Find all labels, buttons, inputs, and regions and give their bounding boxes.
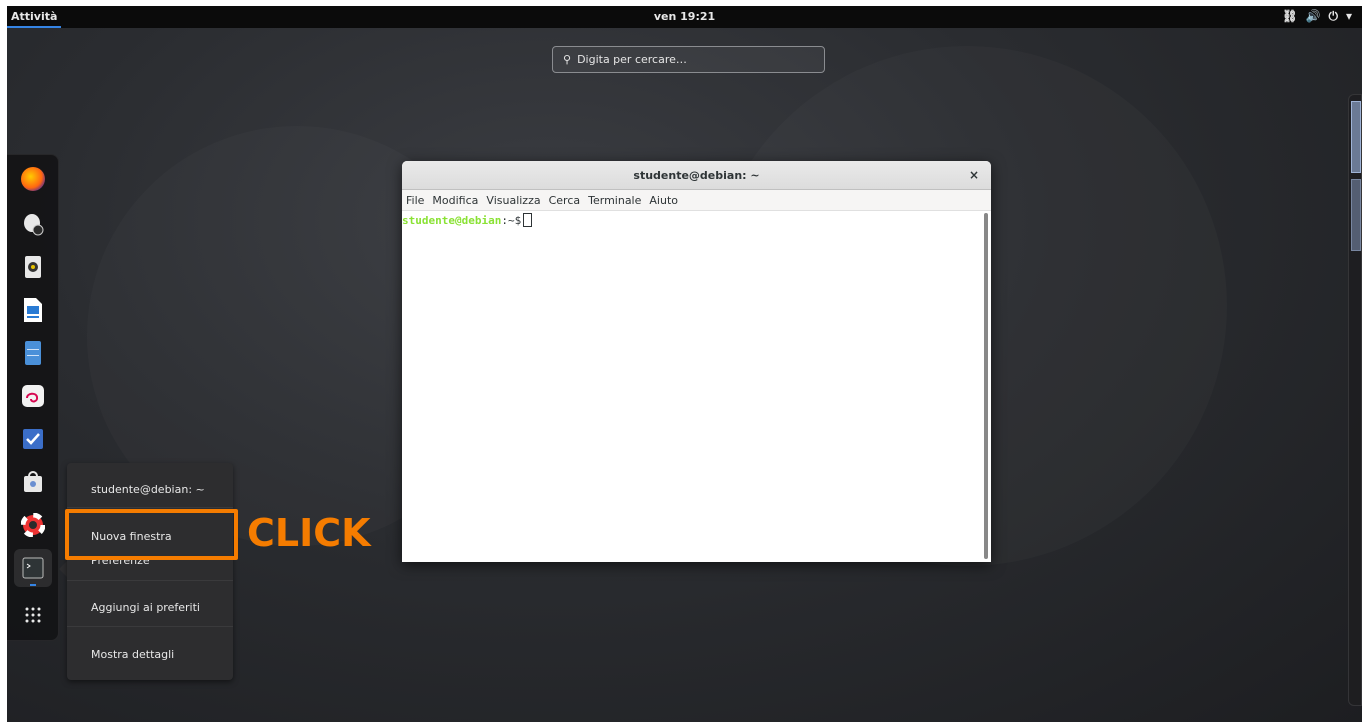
terminal-cursor <box>523 213 533 227</box>
app-context-menu: studente@debian: ~ Nuova finestra Prefer… <box>67 463 233 680</box>
add-favorites-item[interactable]: Aggiungi ai preferiti <box>91 601 200 614</box>
firefox-icon[interactable] <box>21 167 45 191</box>
menu-help[interactable]: Aiuto <box>649 194 678 207</box>
close-icon[interactable]: × <box>969 161 979 190</box>
top-bar: Attività ven 19:21 ⛓ 🔊 ⏻ ▾ <box>7 6 1362 28</box>
workspace-thumbnail-1[interactable] <box>1351 101 1361 173</box>
terminal-icon[interactable] <box>14 549 52 587</box>
search-icon: ⚲ <box>563 53 572 66</box>
menu-search[interactable]: Cerca <box>549 194 581 207</box>
menu-view[interactable]: Visualizza <box>486 194 540 207</box>
menu-title: studente@debian: ~ <box>91 483 205 496</box>
menu-edit[interactable]: Modifica <box>432 194 478 207</box>
terminal-scrollbar[interactable] <box>984 213 988 559</box>
prompt-path: :~$ <box>501 214 522 227</box>
network-icon: ⛓ <box>1282 9 1298 23</box>
volume-icon: 🔊 <box>1305 9 1321 23</box>
terminal-titlebar[interactable]: studente@debian: ~ × <box>402 161 991 190</box>
click-annotation-label: CLICK <box>247 511 371 555</box>
power-icon: ⏻ <box>1328 9 1338 23</box>
dash <box>7 154 59 641</box>
tasks-icon[interactable] <box>19 425 47 453</box>
prompt-user: studente@debian <box>402 214 502 227</box>
search-placeholder: Digita per cercare… <box>577 53 687 66</box>
hard-disk-icon[interactable] <box>19 210 47 238</box>
menu-pointer <box>59 561 67 577</box>
system-tray[interactable]: ⛓ 🔊 ⏻ ▾ <box>1282 9 1352 24</box>
menu-terminal[interactable]: Terminale <box>588 194 641 207</box>
chevron-down-icon: ▾ <box>1345 9 1352 23</box>
app-grid-icon[interactable] <box>19 601 47 629</box>
clock[interactable]: ven 19:21 <box>7 10 1362 23</box>
show-details-item[interactable]: Mostra dettagli <box>91 648 174 661</box>
terminal-window[interactable]: studente@debian: ~ × File Modifica Visua… <box>402 161 991 562</box>
desktop-overview: Attività ven 19:21 ⛓ 🔊 ⏻ ▾ ⚲ Digita per … <box>7 6 1362 722</box>
software-icon[interactable] <box>19 468 47 496</box>
menu-separator <box>67 626 233 627</box>
terminal-output[interactable]: studente@debian:~$ <box>402 211 991 561</box>
running-indicator <box>30 584 36 586</box>
search-input[interactable]: ⚲ Digita per cercare… <box>552 46 825 73</box>
menu-file[interactable]: File <box>406 194 424 207</box>
workspace-switcher[interactable] <box>1348 94 1362 706</box>
help-icon[interactable] <box>19 511 47 539</box>
debian-icon[interactable] <box>19 382 47 410</box>
rhythmbox-icon[interactable] <box>19 253 47 281</box>
workspace-thumbnail-2[interactable] <box>1351 179 1361 251</box>
menu-separator <box>67 507 233 508</box>
click-highlight-box <box>65 509 238 560</box>
files-icon[interactable] <box>19 339 47 367</box>
terminal-menubar: File Modifica Visualizza Cerca Terminale… <box>402 190 991 211</box>
terminal-title: studente@debian: ~ <box>633 169 760 182</box>
menu-separator <box>67 580 233 581</box>
writer-icon[interactable] <box>19 296 47 324</box>
